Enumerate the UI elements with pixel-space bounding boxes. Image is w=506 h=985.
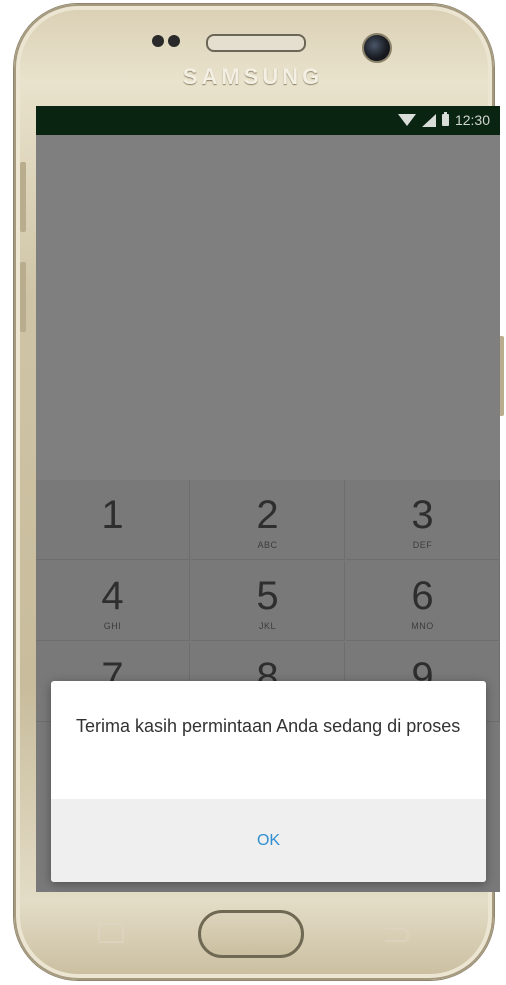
recent-apps-icon[interactable] xyxy=(98,923,124,943)
ok-button[interactable]: OK xyxy=(51,799,486,882)
volume-button-lower xyxy=(20,262,26,332)
device-brand: SAMSUNG xyxy=(182,64,324,89)
wifi-icon xyxy=(397,114,416,126)
signal-icon xyxy=(421,113,436,127)
volume-button xyxy=(20,162,26,232)
back-icon[interactable] xyxy=(385,928,409,942)
battery-icon xyxy=(441,112,449,126)
dialog-actions: OK xyxy=(51,799,486,882)
status-bar: 12:30 xyxy=(36,106,500,135)
earpiece xyxy=(206,34,306,52)
status-time: 12:30 xyxy=(454,112,490,128)
front-camera-icon xyxy=(362,33,392,63)
alert-dialog: Terima kasih permintaan Anda sedang di p… xyxy=(51,681,486,882)
status-icons: 12:30 xyxy=(397,112,490,128)
sensor-icon xyxy=(168,35,180,47)
sensor-icon xyxy=(152,35,164,47)
home-button[interactable] xyxy=(198,910,304,958)
screen: 12:30 1 2 ABC 3 DEF 4 GHI 5 JKL xyxy=(36,106,500,892)
dialog-message: Terima kasih permintaan Anda sedang di p… xyxy=(76,716,461,736)
